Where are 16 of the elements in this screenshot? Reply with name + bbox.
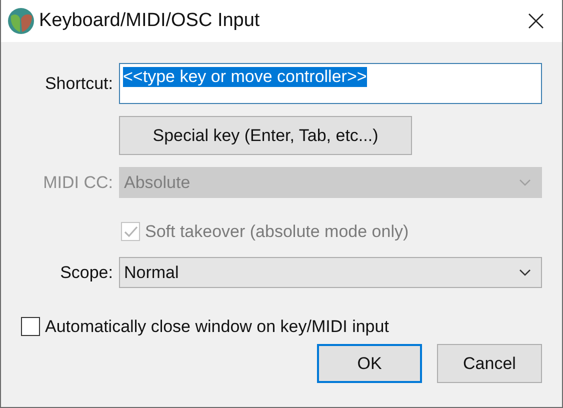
checkbox-label: Soft takeover (absolute mode only)	[145, 222, 409, 242]
shortcut-field[interactable]: <<type key or move controller>>	[119, 63, 542, 104]
field-label: Shortcut:	[44, 74, 114, 94]
checkbox-label: Automatically close window on key/MIDI input	[45, 316, 389, 336]
field-label: MIDI CC:	[42, 172, 114, 192]
checkbox[interactable]	[21, 317, 40, 336]
ok-button[interactable]: OK	[317, 344, 422, 383]
close-icon[interactable]	[528, 13, 544, 29]
app-logo-icon	[7, 7, 35, 35]
dropdown-caret-icon	[519, 268, 531, 276]
field-label: Scope:	[59, 262, 114, 282]
window-title: Keyboard/MIDI/OSC Input	[39, 10, 261, 32]
cancel-button[interactable]: Cancel	[437, 344, 542, 383]
dropdown-caret-icon	[519, 178, 531, 186]
scope-dropdown[interactable]: Normal	[119, 257, 542, 288]
special-key-button[interactable]: Special key (Enter, Tab, etc...)	[119, 116, 412, 155]
